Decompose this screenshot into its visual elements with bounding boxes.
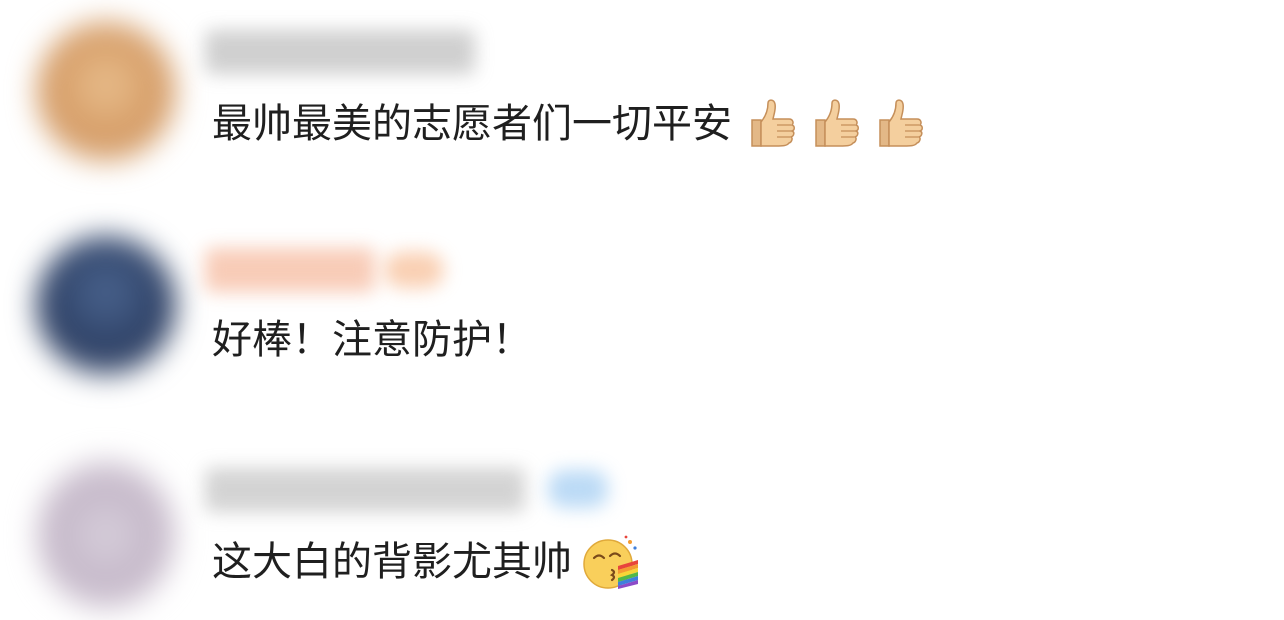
username-badge-blurred bbox=[384, 252, 444, 288]
username-blurred[interactable] bbox=[205, 248, 375, 292]
rainbow-kiss-face-icon bbox=[582, 534, 640, 590]
comment-item: 这大白的背影尤其帅 bbox=[0, 0, 1284, 610]
comment-text: 这大白的背影尤其帅 bbox=[212, 539, 572, 585]
avatar[interactable] bbox=[36, 460, 176, 610]
comment-text: 好棒！注意防护！ bbox=[212, 317, 532, 363]
username-blurred[interactable] bbox=[205, 468, 525, 512]
comment-content: 好棒！注意防护！ bbox=[212, 312, 532, 368]
username-badge-blurred bbox=[548, 470, 608, 508]
comment-content: 这大白的背影尤其帅 bbox=[212, 534, 640, 590]
avatar[interactable] bbox=[36, 236, 176, 376]
